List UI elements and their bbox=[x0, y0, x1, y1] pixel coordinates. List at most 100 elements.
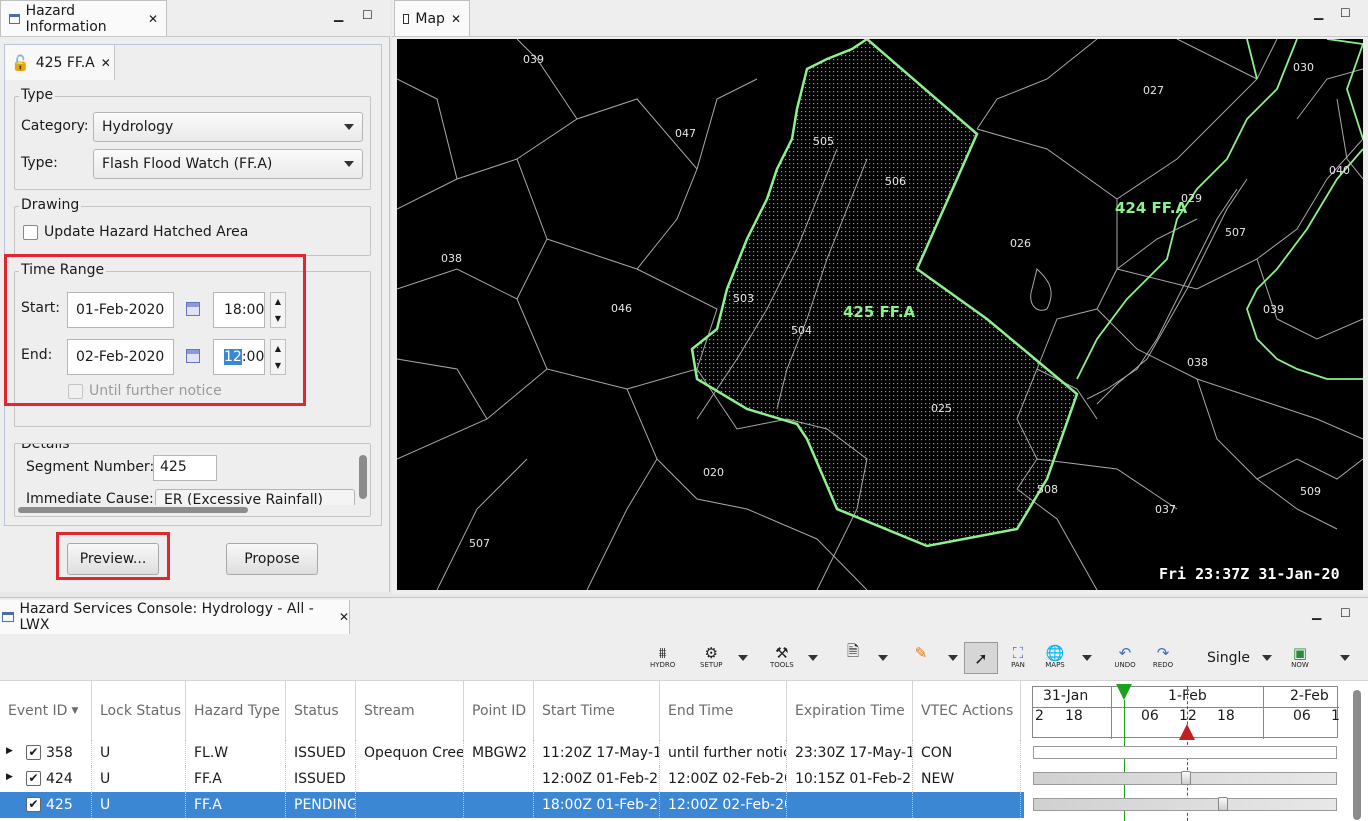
close-icon[interactable]: ✕ bbox=[451, 12, 461, 26]
header-label: Expiration Time bbox=[795, 703, 905, 719]
close-icon[interactable]: ✕ bbox=[339, 610, 349, 624]
immediate-cause-label: Immediate Cause: bbox=[26, 491, 154, 505]
cell-point bbox=[464, 792, 534, 818]
tab-console[interactable]: Hazard Services Console: Hydrology - All… bbox=[0, 600, 350, 634]
immediate-cause-value: ER (Excessive Rainfall) bbox=[164, 492, 324, 505]
minimize-icon[interactable]: ▁ bbox=[1314, 6, 1323, 20]
header-label: Point ID bbox=[472, 703, 527, 719]
svg-text:506: 506 bbox=[885, 175, 906, 188]
svg-text:020: 020 bbox=[703, 466, 724, 479]
timeline-bar[interactable] bbox=[1033, 746, 1337, 759]
tools-tool-button[interactable]: ⚒ TOOLS bbox=[770, 644, 794, 669]
pan-label: PAN bbox=[1011, 661, 1025, 669]
close-icon[interactable]: ✕ bbox=[148, 12, 158, 26]
cell-event-id: 358 bbox=[38, 740, 92, 766]
timeline-scrollbar[interactable] bbox=[1353, 690, 1361, 820]
column-header-expiration-time[interactable]: Expiration Time bbox=[787, 681, 913, 741]
timeline-slider-thumb[interactable] bbox=[1218, 797, 1228, 811]
redo-label: REDO bbox=[1152, 661, 1174, 669]
column-header-hazard-type[interactable]: Hazard Type bbox=[186, 681, 286, 741]
pan-tool-button[interactable]: ⛶ PAN bbox=[1007, 644, 1029, 669]
column-header-end-time[interactable]: End Time bbox=[660, 681, 787, 741]
details-vscrollbar[interactable] bbox=[359, 455, 367, 499]
pointer-icon: ➚ bbox=[974, 648, 988, 668]
chevron-down-icon[interactable] bbox=[878, 655, 888, 661]
map-canvas[interactable]: 039047505 506027030 040029507 026038046 … bbox=[397, 39, 1363, 590]
timeline-hour-label: 2 bbox=[1035, 708, 1044, 724]
current-time-marker[interactable] bbox=[1116, 684, 1132, 700]
timeline-day-label: 31-Jan bbox=[1043, 688, 1089, 704]
hydro-tool-button[interactable]: ⩩ HYDRO bbox=[650, 644, 675, 669]
cell-lock: U bbox=[92, 792, 186, 818]
timeline-slider-track[interactable] bbox=[1033, 798, 1337, 811]
chevron-down-icon bbox=[344, 124, 354, 130]
column-header-event-id[interactable]: Event ID ▼ bbox=[0, 681, 92, 741]
chevron-down-icon bbox=[344, 161, 354, 167]
draw-tool-button[interactable]: ✎ bbox=[910, 644, 932, 662]
maximize-icon[interactable]: ☐ bbox=[1340, 606, 1351, 620]
tab-map[interactable]: Map ✕ bbox=[394, 0, 470, 36]
cell-vtec: CON bbox=[913, 740, 1021, 766]
expand-icon[interactable]: ▶ bbox=[6, 746, 13, 756]
svg-text:026: 026 bbox=[1010, 237, 1031, 250]
column-header-status[interactable]: Status bbox=[286, 681, 356, 741]
day-sep bbox=[1111, 687, 1112, 739]
tab-hazard-information[interactable]: Hazard Information ✕ bbox=[0, 0, 167, 36]
chevron-down-icon[interactable] bbox=[738, 655, 748, 661]
maximize-icon[interactable]: ☐ bbox=[1340, 6, 1351, 20]
cell-type: FL.W bbox=[186, 740, 286, 766]
undo-tool-button[interactable]: ↶ UNDO bbox=[1114, 644, 1136, 669]
svg-text:027: 027 bbox=[1143, 84, 1164, 97]
view-menu-icon[interactable] bbox=[1340, 655, 1350, 661]
column-header-vtec-actions[interactable]: VTEC Actions bbox=[913, 681, 1021, 741]
event-tab-label: 425 FF.A bbox=[35, 54, 95, 71]
chevron-down-icon[interactable] bbox=[1082, 655, 1092, 661]
selection-mode-select[interactable]: Single bbox=[1200, 648, 1272, 668]
close-icon[interactable]: ✕ bbox=[101, 56, 111, 70]
timeline-hour-label: 18 bbox=[1065, 708, 1083, 724]
header-label: Hazard Type bbox=[194, 703, 281, 719]
svg-text:039: 039 bbox=[1263, 303, 1284, 316]
minimize-icon[interactable]: ▁ bbox=[334, 8, 343, 22]
cell-status: ISSUED bbox=[286, 766, 356, 792]
expand-icon[interactable]: ▶ bbox=[6, 772, 13, 782]
hazard-information-view: Hazard Information ✕ ▁ ☐ 🔓 425 FF.A ✕ Ty… bbox=[0, 0, 390, 592]
details-hscrollbar[interactable] bbox=[18, 507, 248, 513]
type-select[interactable]: Flash Flood Watch (FF.A) bbox=[93, 149, 363, 179]
column-header-start-time[interactable]: Start Time bbox=[534, 681, 660, 741]
view-icon bbox=[9, 13, 20, 24]
cell-start: 11:20Z 17-May-18 bbox=[534, 740, 660, 766]
redo-icon: ↷ bbox=[1156, 644, 1170, 662]
immediate-cause-select[interactable]: ER (Excessive Rainfall) bbox=[155, 489, 355, 505]
update-hatched-checkbox[interactable]: Update Hazard Hatched Area bbox=[23, 224, 248, 240]
column-header-point-id[interactable]: Point ID bbox=[464, 681, 534, 741]
now-tool-button[interactable]: ▣ NOW bbox=[1289, 644, 1311, 669]
unlocked-icon: 🔓 bbox=[11, 53, 30, 72]
tab-event-425[interactable]: 🔓 425 FF.A ✕ bbox=[5, 45, 115, 80]
segment-number-field[interactable]: 425 bbox=[153, 455, 217, 481]
minimize-icon[interactable]: ▁ bbox=[1312, 606, 1321, 620]
category-select[interactable]: Hydrology bbox=[93, 112, 363, 142]
maximize-icon[interactable]: ☐ bbox=[362, 8, 373, 22]
cell-stream bbox=[356, 792, 464, 818]
maps-tool-button[interactable]: 🌐 MAPS bbox=[1044, 644, 1066, 669]
timeline-hour-label: 06 bbox=[1293, 708, 1311, 724]
timeline-slider-thumb[interactable] bbox=[1181, 771, 1191, 785]
redo-tool-button[interactable]: ↷ REDO bbox=[1152, 644, 1174, 669]
column-header-stream[interactable]: Stream bbox=[356, 681, 464, 741]
column-header-lock-status[interactable]: Lock Status bbox=[92, 681, 186, 741]
map-view: Map ✕ ▁ ☐ 039 047 505 506 027 030 040 02… bbox=[392, 0, 1368, 594]
cell-status: PENDING bbox=[286, 792, 356, 818]
chevron-down-icon[interactable] bbox=[808, 655, 818, 661]
product-tool-button[interactable]: 🗎 bbox=[842, 642, 864, 661]
header-label: Status bbox=[294, 703, 339, 719]
cell-expiration bbox=[787, 792, 913, 818]
checkbox-box[interactable] bbox=[23, 224, 38, 240]
select-tool-button[interactable]: ➚ bbox=[964, 642, 998, 674]
hammer-icon: ⚒ bbox=[775, 644, 789, 662]
chevron-down-icon[interactable] bbox=[948, 655, 958, 661]
setup-tool-button[interactable]: ⚙ SETUP bbox=[700, 644, 723, 669]
cell-end: until further notice bbox=[660, 740, 787, 766]
svg-text:507: 507 bbox=[1225, 226, 1246, 239]
propose-button[interactable]: Propose bbox=[226, 543, 318, 575]
